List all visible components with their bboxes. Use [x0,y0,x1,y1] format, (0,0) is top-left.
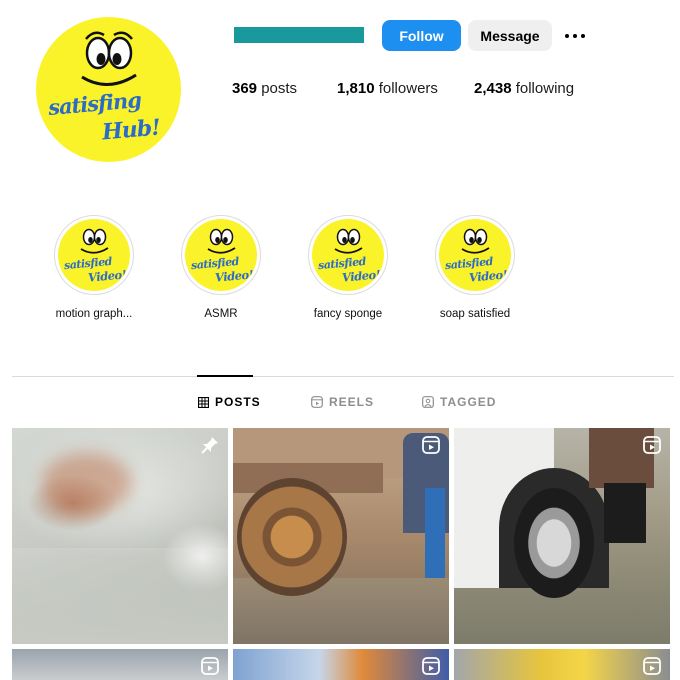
username-redacted [234,27,364,43]
post-tile[interactable] [12,649,228,680]
highlight-label: motion graph... [55,308,133,320]
avatar-logo-line2: Hub! [100,114,161,146]
tab-posts[interactable]: POSTS [198,395,261,409]
post-tile[interactable] [233,428,449,644]
tagged-icon [422,396,434,408]
post-image [514,488,594,598]
following-label: following [515,80,575,97]
reel-icon [201,657,219,675]
tab-reels-label: REELS [329,395,375,409]
post-tile[interactable] [454,649,670,680]
more-options-icon[interactable] [562,26,588,46]
active-tab-indicator [197,375,253,377]
posts-count: 369 [232,80,258,97]
post-image [604,483,646,543]
post-image [42,453,132,513]
post-image [237,478,347,596]
post-tile[interactable] [233,649,449,680]
post-tile[interactable] [454,428,670,644]
grid-icon [198,396,209,408]
followers-stat[interactable]: 1,810 followers [337,80,438,97]
tab-posts-label: POSTS [215,395,261,409]
highlight-label: soap satisfied [439,308,511,320]
following-stat[interactable]: 2,438 following [474,80,574,97]
following-count: 2,438 [474,80,512,97]
tab-tagged[interactable]: TAGGED [422,395,496,409]
profile-avatar[interactable]: satisfing Hub! [36,17,181,162]
reel-icon [643,657,661,675]
tabs-divider [12,376,674,377]
reels-icon [311,396,323,408]
reel-icon [422,436,440,454]
highlight-label: fancy sponge [313,308,383,320]
message-button[interactable]: Message [468,20,552,51]
highlight-cover: satisfied Video! [181,215,261,295]
followers-count: 1,810 [337,80,375,97]
reel-icon [643,436,661,454]
follow-button[interactable]: Follow [382,20,461,51]
reel-icon [422,657,440,675]
posts-stat: 369 posts [232,80,297,97]
post-tile[interactable] [12,428,228,644]
posts-label: posts [261,80,298,97]
highlight-cover: satisfied Video! [308,215,388,295]
tab-reels[interactable]: REELS [311,395,374,409]
tab-tagged-label: TAGGED [440,395,497,409]
highlight-cover: satisfied Video! [54,215,134,295]
pin-icon [201,437,218,454]
post-image [12,548,228,644]
post-image [425,488,445,578]
highlight-cover: satisfied Video! [435,215,515,295]
followers-label: followers [378,80,438,97]
highlight-label: ASMR [204,308,238,320]
